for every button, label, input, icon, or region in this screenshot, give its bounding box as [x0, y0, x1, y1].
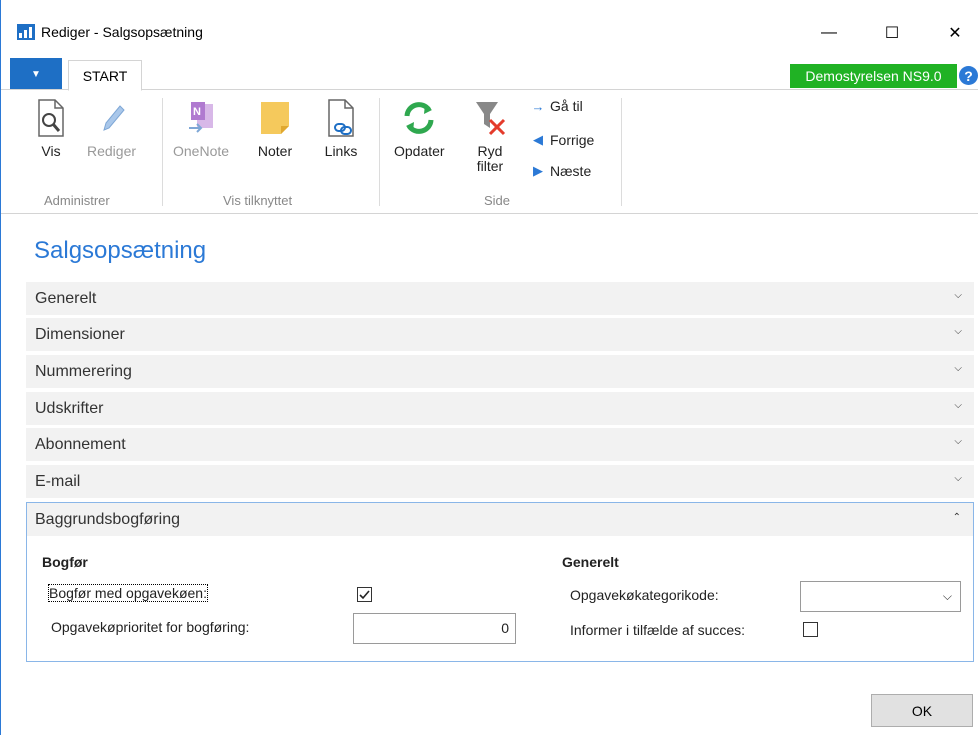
naeste-label: Næste [550, 163, 592, 179]
help-icon[interactable]: ? [959, 66, 978, 85]
chevron-down-icon: ⌵ [954, 400, 962, 411]
group-divider [621, 98, 622, 206]
checkmark-icon [359, 590, 370, 600]
ryd-filter-button[interactable]: Ryd filter [470, 96, 510, 174]
page-title: Salgsopsætning [34, 237, 207, 264]
gaa-til-button[interactable]: → Gå til [530, 98, 583, 114]
ryd-filter-label: Ryd filter [477, 144, 503, 174]
rediger-button[interactable]: Rediger [87, 96, 136, 159]
chevron-down-icon: ⌵ [954, 473, 962, 484]
minimize-button[interactable]: — [806, 18, 852, 48]
informer-label: Informer i tilfælde af succes: [570, 622, 746, 638]
prioritet-input[interactable]: 0 [353, 613, 516, 644]
onenote-icon: N [181, 96, 221, 140]
window-title: Rediger - Salgsopsætning [41, 24, 203, 40]
group-heading-bogfor: Bogfør [42, 554, 88, 570]
gaa-til-label: Gå til [550, 98, 583, 114]
ok-button[interactable]: OK [871, 694, 973, 727]
naeste-button[interactable]: ▶ Næste [530, 163, 591, 179]
maximize-button[interactable]: ☐ [869, 18, 915, 48]
opdater-button[interactable]: Opdater [394, 96, 445, 159]
tab-start[interactable]: START [68, 60, 142, 91]
chevron-down-icon: ⌵ [954, 363, 962, 374]
section-e-mail[interactable]: E-mail ⌵ [26, 465, 974, 498]
group-label-administrer: Administrer [44, 193, 110, 208]
vis-label: Vis [41, 143, 61, 159]
chevron-down-icon: ⌵ [954, 436, 962, 447]
sticky-note-icon [255, 96, 295, 140]
dynamics-nav-logo-icon [17, 24, 35, 40]
noter-button[interactable]: Noter [255, 96, 295, 159]
section-dimensioner[interactable]: Dimensioner ⌵ [26, 318, 974, 351]
rediger-label: Rediger [87, 143, 137, 159]
chevron-up-icon: ⌃ [952, 512, 961, 523]
kategorikode-label: Opgavekøkategorikode: [570, 587, 719, 603]
section-title: Udskrifter [35, 399, 104, 417]
chevron-down-icon: ⌵ [954, 326, 962, 337]
triangle-right-icon: ▶ [533, 163, 543, 178]
section-title: Dimensioner [35, 325, 125, 343]
refresh-icon [399, 96, 439, 140]
svg-text:N: N [193, 106, 201, 118]
section-nummerering[interactable]: Nummerering ⌵ [26, 355, 974, 388]
opdater-label: Opdater [394, 143, 445, 159]
section-abonnement[interactable]: Abonnement ⌵ [26, 428, 974, 461]
forrige-button[interactable]: ◀ Forrige [530, 132, 594, 148]
informer-checkbox[interactable] [803, 622, 818, 637]
noter-label: Noter [257, 143, 293, 159]
section-title: E-mail [35, 472, 81, 490]
pencil-icon [92, 96, 132, 140]
section-header[interactable]: Baggrundsbogføring ⌃ [27, 503, 973, 536]
group-label-side: Side [484, 193, 511, 208]
links-label: Links [324, 143, 358, 159]
section-baggrundsbogforing: Baggrundsbogføring ⌃ Bogfør Bogfør med o… [26, 502, 974, 662]
arrow-right-icon: → [531, 98, 545, 114]
title-bar: Rediger - Salgsopsætning — ☐ ✕ [1, 0, 978, 54]
group-heading-generelt: Generelt [562, 554, 619, 570]
section-title: Nummerering [35, 362, 132, 380]
prioritet-label: Opgavekøprioritet for bogføring: [51, 619, 250, 635]
link-document-icon [321, 96, 361, 140]
links-button[interactable]: Links [321, 96, 361, 159]
view-document-icon [31, 96, 71, 140]
group-divider [162, 98, 163, 206]
section-title: Generelt [35, 289, 97, 307]
dialog-window: Rediger - Salgsopsætning — ☐ ✕ ▼ START D… [0, 0, 978, 735]
triangle-left-icon: ◀ [533, 132, 543, 147]
company-badge: Demostyrelsen NS9.0 [790, 64, 957, 88]
forrige-label: Forrige [550, 132, 595, 148]
app-menu-dropdown[interactable]: ▼ [10, 58, 62, 90]
group-label-vis-tilknyttet: Vis tilknyttet [223, 193, 293, 208]
group-divider [379, 98, 380, 206]
ribbon: Vis Rediger Administrer N OneNote Noter … [1, 90, 978, 214]
section-title: Abonnement [35, 435, 126, 453]
onenote-label: OneNote [173, 143, 230, 159]
kategorikode-select[interactable]: ⌵ [800, 581, 961, 612]
ribbon-tab-row: ▼ START Demostyrelsen NS9.0 ? [1, 54, 978, 91]
ryd-filter-label-line1: Ryd [477, 143, 503, 159]
bogfor-med-opgavekoen-checkbox[interactable] [357, 587, 372, 602]
chevron-down-icon: ⌵ [954, 290, 962, 301]
chevron-down-icon: ⌵ [942, 589, 952, 603]
section-title: Baggrundsbogføring [35, 510, 180, 528]
onenote-button[interactable]: N OneNote [173, 96, 229, 159]
clear-filter-icon [470, 96, 510, 140]
bogfor-med-opgavekoen-label: Bogfør med opgavekøen: [48, 584, 208, 602]
close-button[interactable]: ✕ [932, 18, 978, 48]
vis-button[interactable]: Vis [31, 96, 71, 159]
section-generelt[interactable]: Generelt ⌵ [26, 282, 974, 315]
ryd-filter-label-line2: filter [476, 158, 504, 174]
section-udskrifter[interactable]: Udskrifter ⌵ [26, 392, 974, 425]
